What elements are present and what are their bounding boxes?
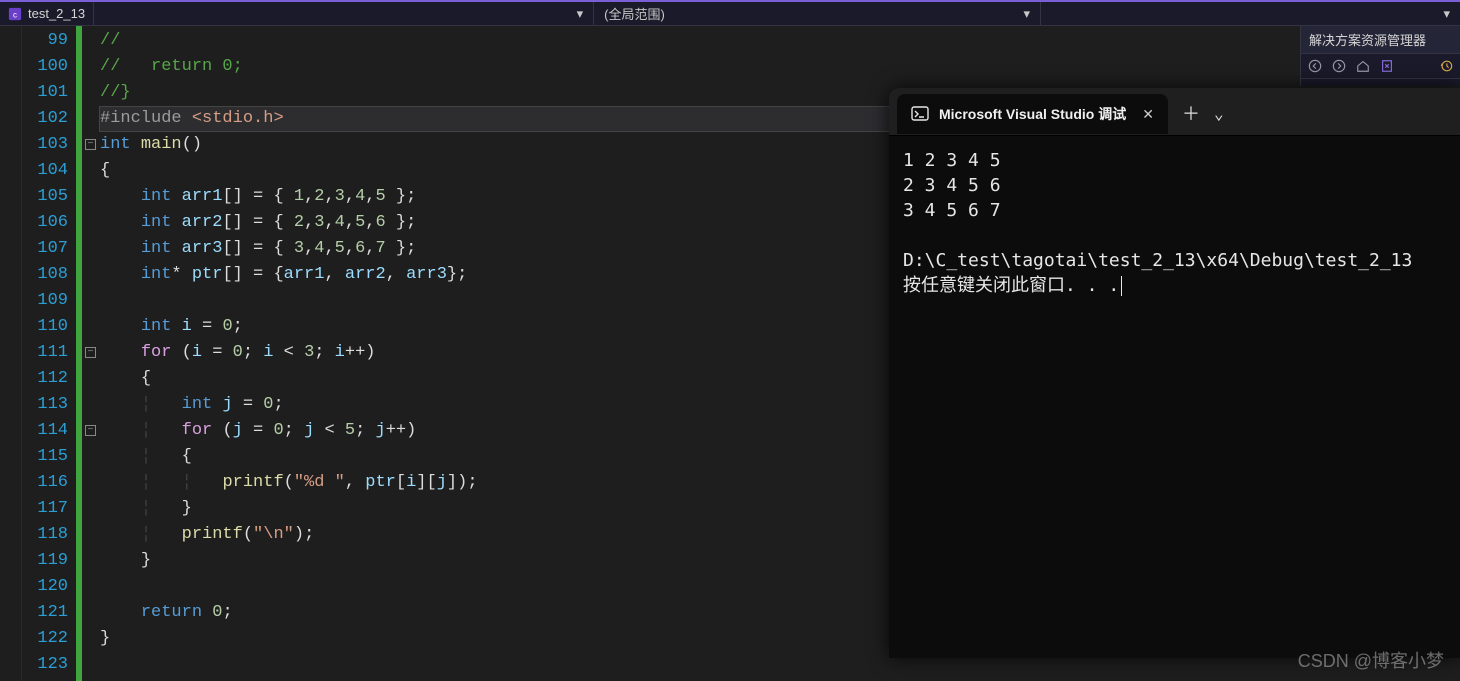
home-icon[interactable]	[1353, 56, 1373, 76]
svg-text:c: c	[13, 10, 17, 19]
console-titlebar[interactable]: Microsoft Visual Studio 调试 ✕ ＋ ⌄	[889, 88, 1460, 136]
solution-explorer-panel: 解决方案资源管理器	[1300, 26, 1460, 86]
chevron-down-icon: ▾	[1023, 6, 1030, 22]
debug-console-window: Microsoft Visual Studio 调试 ✕ ＋ ⌄ 1 2 3 4…	[889, 88, 1460, 658]
fold-toggle[interactable]: −	[85, 425, 96, 436]
console-tab-actions: ＋ ⌄	[1182, 100, 1224, 126]
change-indicator-bar	[76, 26, 82, 681]
console-tab[interactable]: Microsoft Visual Studio 调试 ✕	[897, 94, 1168, 134]
fold-toggle[interactable]: −	[85, 139, 96, 150]
scope-dropdown-label: (全局范围)	[604, 4, 665, 23]
code-line[interactable]: //	[100, 28, 1460, 54]
chevron-down-icon: ▾	[577, 6, 584, 22]
console-output[interactable]: 1 2 3 4 5 2 3 4 5 6 3 4 5 6 7 D:\C_test\…	[889, 136, 1460, 310]
back-icon[interactable]	[1305, 56, 1325, 76]
history-icon[interactable]	[1436, 56, 1456, 76]
line-number-gutter: 9910010110210310410510610710810911011111…	[22, 26, 76, 681]
left-gutter	[0, 26, 22, 681]
forward-icon[interactable]	[1329, 56, 1349, 76]
member-dropdown-left[interactable]: ▾	[93, 2, 593, 25]
tab-dropdown-button[interactable]: ⌄	[1214, 104, 1224, 123]
console-tab-title: Microsoft Visual Studio 调试	[939, 104, 1126, 124]
new-tab-button[interactable]: ＋	[1182, 100, 1200, 126]
file-tab[interactable]: c test_2_13	[0, 2, 93, 25]
code-line[interactable]: // return 0;	[100, 54, 1460, 80]
member-dropdown-right[interactable]: ▾	[1040, 2, 1460, 25]
solution-explorer-toolbar	[1301, 53, 1460, 79]
chevron-down-icon: ▾	[1443, 6, 1450, 22]
fold-gutter: − − −	[84, 26, 100, 681]
top-bar: c test_2_13 ▾ (全局范围) ▾ ▾	[0, 0, 1460, 26]
file-tab-label: test_2_13	[28, 6, 85, 21]
close-icon[interactable]: ✕	[1142, 106, 1154, 123]
sync-icon[interactable]	[1377, 56, 1397, 76]
cpp-file-icon: c	[8, 7, 22, 21]
fold-toggle[interactable]: −	[85, 347, 96, 358]
scope-dropdown[interactable]: (全局范围) ▾	[593, 2, 1040, 25]
solution-explorer-title: 解决方案资源管理器	[1301, 26, 1460, 53]
terminal-icon	[911, 105, 929, 123]
